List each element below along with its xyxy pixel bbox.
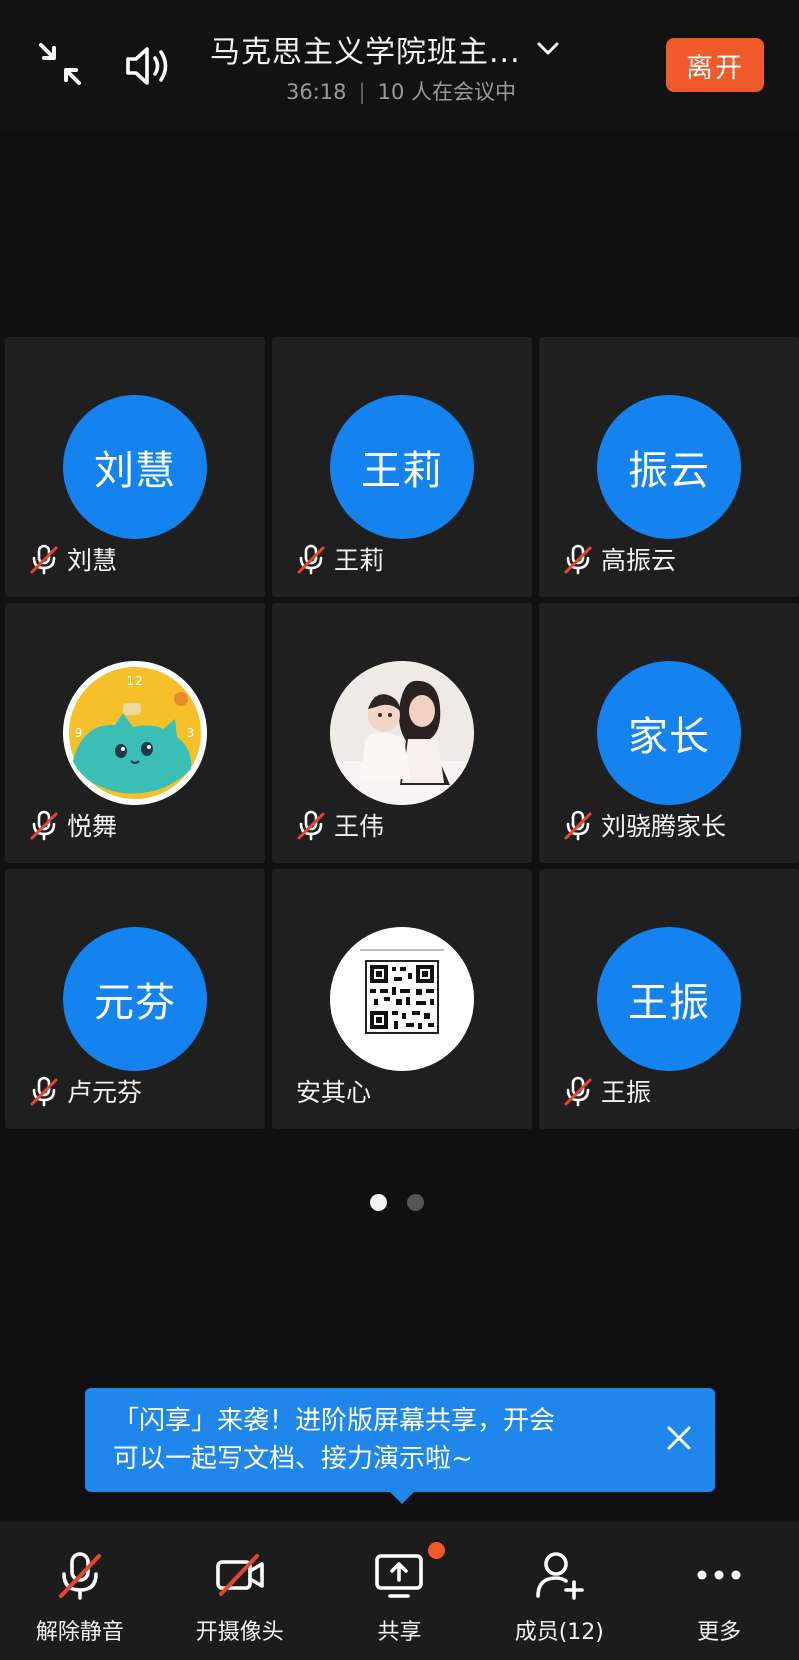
meeting-header: 马克思主义学院班主... 36:18 | 10 人在会议中 离开 bbox=[0, 0, 799, 130]
members-label: 成员(12) bbox=[514, 1620, 604, 1645]
participant-name-row: 安其心 bbox=[296, 1074, 371, 1108]
participant-name: 刘慧 bbox=[67, 546, 118, 575]
feature-tip-banner[interactable]: 「闪享」来袭！进阶版屏幕共享，开会 可以一起写文档、接力演示啦~ bbox=[85, 1388, 715, 1492]
meeting-duration: 36:18 bbox=[286, 80, 347, 104]
participant-name-row: 高振云 bbox=[563, 542, 676, 576]
mic-muted-icon bbox=[30, 1076, 58, 1107]
participant-name: 王伟 bbox=[334, 812, 385, 841]
participant-name-row: 王振 bbox=[563, 1074, 651, 1108]
svg-text:3: 3 bbox=[187, 726, 196, 740]
close-icon[interactable] bbox=[665, 1424, 693, 1452]
participant-grid: 刘慧 刘慧 王莉 王莉 振云 高振云 12 9 3 悦舞 王伟 家长 刘骁腾家长… bbox=[5, 337, 799, 1129]
minimize-icon[interactable] bbox=[34, 38, 86, 90]
svg-text:9: 9 bbox=[75, 726, 84, 740]
more-icon bbox=[697, 1570, 741, 1580]
page-indicator[interactable] bbox=[370, 1194, 424, 1211]
participant-name: 刘骁腾家长 bbox=[601, 812, 727, 841]
page-dot[interactable] bbox=[407, 1194, 424, 1211]
participant-name: 安其心 bbox=[296, 1078, 372, 1107]
participant-tile[interactable]: 王伟 bbox=[272, 603, 532, 863]
mic-muted-icon bbox=[58, 1552, 101, 1600]
participant-name-row: 王伟 bbox=[296, 808, 384, 842]
participant-name-row: 悦舞 bbox=[29, 808, 117, 842]
more-button[interactable]: 更多 bbox=[639, 1522, 799, 1660]
camera-label: 开摄像头 bbox=[195, 1620, 284, 1645]
more-label: 更多 bbox=[697, 1620, 742, 1645]
share-button[interactable]: 共享 bbox=[320, 1522, 480, 1660]
leave-button[interactable]: 离开 bbox=[666, 38, 764, 92]
add-member-icon bbox=[536, 1552, 585, 1600]
participant-name-row: 卢元芬 bbox=[29, 1074, 142, 1108]
banner-text-line: 可以一起写文档、接力演示啦~ bbox=[113, 1444, 473, 1474]
participant-name-row: 刘慧 bbox=[29, 542, 117, 576]
avatar: 振云 bbox=[597, 395, 741, 539]
participant-tile[interactable]: 家长 刘骁腾家长 bbox=[539, 603, 799, 863]
participant-tile[interactable]: 王莉 王莉 bbox=[272, 337, 532, 597]
qr-code-avatar-icon bbox=[330, 927, 474, 1071]
mic-muted-icon bbox=[297, 544, 325, 575]
meeting-status: 36:18 | 10 人在会议中 bbox=[286, 76, 590, 106]
participant-name: 卢元芬 bbox=[67, 1078, 143, 1107]
chevron-down-icon[interactable] bbox=[535, 36, 561, 62]
screen-share-icon bbox=[375, 1554, 424, 1598]
notification-dot bbox=[427, 1542, 445, 1559]
banner-text-line: 「闪享」来袭！进阶版屏幕共享，开会 bbox=[113, 1406, 556, 1436]
banner-pointer bbox=[388, 1490, 416, 1504]
participant-tile[interactable]: 安其心 bbox=[272, 869, 532, 1129]
avatar: 王莉 bbox=[330, 395, 474, 539]
avatar: 家长 bbox=[597, 661, 741, 805]
camera-off-icon bbox=[215, 1554, 264, 1596]
mic-muted-icon bbox=[564, 810, 592, 841]
avatar: 王振 bbox=[597, 927, 741, 1071]
status-divider: | bbox=[358, 80, 366, 104]
mic-muted-icon bbox=[564, 544, 592, 575]
share-label: 共享 bbox=[377, 1620, 422, 1645]
unmute-label: 解除静音 bbox=[35, 1620, 124, 1645]
mic-muted-icon bbox=[30, 810, 58, 841]
participant-name: 悦舞 bbox=[67, 812, 118, 841]
mic-muted-icon bbox=[30, 544, 58, 575]
unmute-button[interactable]: 解除静音 bbox=[0, 1522, 160, 1660]
participant-tile[interactable]: 王振 王振 bbox=[539, 869, 799, 1129]
participant-name-row: 王莉 bbox=[296, 542, 384, 576]
mic-muted-icon bbox=[297, 810, 325, 841]
speaker-icon[interactable] bbox=[124, 40, 176, 92]
participant-count: 10 人在会议中 bbox=[377, 80, 517, 104]
participant-name-row: 刘骁腾家长 bbox=[563, 808, 726, 842]
participant-tile[interactable]: 刘慧 刘慧 bbox=[5, 337, 265, 597]
participant-name: 王莉 bbox=[334, 546, 385, 575]
meeting-title[interactable]: 马克思主义学院班主... bbox=[210, 27, 521, 71]
svg-text:12: 12 bbox=[126, 674, 143, 688]
camera-button[interactable]: 开摄像头 bbox=[160, 1522, 320, 1660]
participant-name: 高振云 bbox=[601, 546, 677, 575]
participant-name: 王振 bbox=[601, 1078, 652, 1107]
cartoon-cat-avatar-icon: 12 9 3 6 bbox=[63, 661, 207, 805]
members-button[interactable]: 成员(12) bbox=[479, 1522, 639, 1660]
mic-muted-icon bbox=[564, 1076, 592, 1107]
participant-tile[interactable]: 元芬 卢元芬 bbox=[5, 869, 265, 1129]
family-photo-avatar-icon bbox=[330, 661, 474, 805]
participant-tile[interactable]: 12 9 3 6 悦舞 bbox=[5, 603, 265, 863]
avatar: 元芬 bbox=[63, 927, 207, 1071]
page-dot-active[interactable] bbox=[370, 1194, 387, 1211]
participant-tile[interactable]: 振云 高振云 bbox=[539, 337, 799, 597]
avatar: 刘慧 bbox=[63, 395, 207, 539]
bottom-toolbar: 解除静音 开摄像头 共享 成员(12) 更多 bbox=[0, 1522, 799, 1660]
meeting-title-block[interactable]: 马克思主义学院班主... 36:18 | 10 人在会议中 bbox=[210, 28, 590, 106]
